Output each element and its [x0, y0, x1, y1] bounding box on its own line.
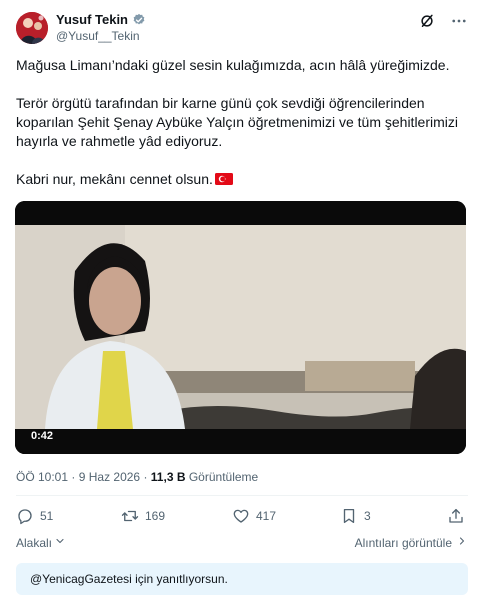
- tweet-card: Yusuf Tekin @Yusuf__Tekin Mağusa Limanı’…: [0, 0, 482, 608]
- verified-badge-icon: [132, 13, 146, 27]
- tweet-actions-bar: 51 169 417 3: [16, 507, 468, 529]
- meta-separator-2: ·: [143, 470, 148, 484]
- view-quotes-link[interactable]: Alıntıları görüntüle: [355, 535, 468, 550]
- divider: [16, 495, 468, 496]
- avatar[interactable]: [16, 12, 48, 44]
- grok-icon[interactable]: [418, 12, 436, 30]
- reply-button[interactable]: 51: [16, 507, 53, 525]
- like-count: 417: [256, 509, 277, 523]
- bookmark-count: 3: [364, 509, 371, 523]
- bookmark-icon: [340, 507, 358, 525]
- tweet-top-actions: [418, 12, 468, 30]
- replies-controls: Alakalı Alıntıları görüntüle: [16, 535, 468, 551]
- tweet-line-1: Mağusa Limanı’ndaki güzel sesin kulağımı…: [16, 57, 450, 73]
- retweet-button[interactable]: 169: [121, 507, 165, 525]
- reply-icon: [16, 507, 34, 525]
- reply-sort-label: Alakalı: [16, 535, 53, 550]
- share-icon: [447, 507, 465, 525]
- views-count: 11,3 B: [150, 470, 186, 484]
- author-name-row: Yusuf Tekin: [56, 12, 146, 27]
- bookmark-button[interactable]: 3: [340, 507, 371, 525]
- share-button[interactable]: [447, 507, 465, 525]
- heart-icon: [232, 507, 250, 525]
- retweet-icon: [121, 507, 139, 525]
- view-quotes-label: Alıntıları görüntüle: [354, 535, 452, 550]
- views-label: Görüntüleme: [188, 470, 259, 484]
- reply-count: 51: [40, 509, 54, 523]
- video-duration: 0:42: [31, 430, 54, 442]
- tweet-line-2: Terör örgütü tarafından bir karne günü ç…: [16, 95, 458, 149]
- tweet-line-3-text: Kabri nur, mekânı cennet olsun.: [16, 171, 213, 187]
- turkey-flag-icon: [214, 171, 233, 185]
- video-player[interactable]: 0:42: [15, 201, 466, 454]
- retweet-count: 169: [145, 509, 166, 523]
- chevron-right-icon: [456, 535, 468, 550]
- tweet-meta: ÖÖ 10:01 · 9 Haz 2026 · 11,3 B Görüntüle…: [16, 470, 258, 484]
- tweet-date[interactable]: 9 Haz 2026: [79, 470, 140, 484]
- chevron-down-icon: [54, 535, 66, 550]
- author-handle[interactable]: @Yusuf__Tekin: [56, 29, 140, 43]
- meta-separator: ·: [71, 470, 76, 484]
- tweet-line-3: Kabri nur, mekânı cennet olsun.: [16, 170, 233, 189]
- reply-context-banner[interactable]: @YenicagGazetesi için yanıtlıyorsun.: [16, 563, 468, 595]
- tweet-time[interactable]: ÖÖ 10:01: [16, 470, 68, 484]
- reply-sort-dropdown[interactable]: Alakalı: [16, 535, 66, 550]
- like-button[interactable]: 417: [232, 507, 276, 525]
- more-icon[interactable]: [450, 12, 468, 30]
- author-name[interactable]: Yusuf Tekin: [56, 12, 128, 27]
- reply-context-text: @YenicagGazetesi için yanıtlıyorsun.: [30, 572, 228, 586]
